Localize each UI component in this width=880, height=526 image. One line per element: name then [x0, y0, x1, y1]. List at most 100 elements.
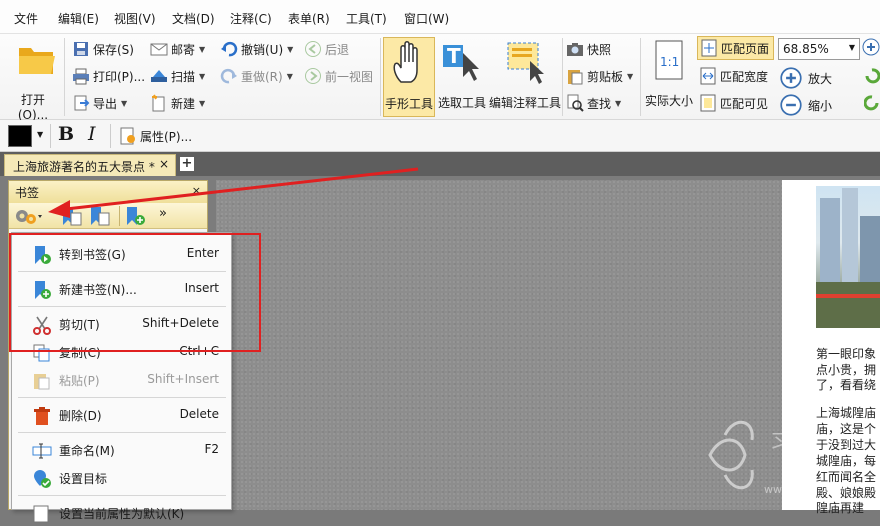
- menu-item-set-default[interactable]: 设置当前属性为默认(K): [12, 498, 231, 526]
- menu-bar: 文件 编辑(E) 视图(V) 文档(D) 注释(C) 表单(R) 工具(T) 窗…: [0, 0, 880, 34]
- tab-document[interactable]: 上海旅游著名的五大景点 * ×: [4, 154, 176, 176]
- hand-tool-label: 手形工具: [384, 97, 433, 111]
- zoom-in-button[interactable]: 放大: [780, 67, 832, 89]
- email-button[interactable]: 邮寄 ▼: [150, 40, 205, 58]
- dropdown-arrow-icon: ▼: [286, 71, 293, 81]
- export-label: 导出: [93, 96, 118, 111]
- dropdown-arrow-icon: ▼: [121, 98, 128, 108]
- menu-item-shortcut: Delete: [179, 407, 219, 421]
- redo-label: 重做(R): [241, 69, 283, 84]
- actual-size-label: 实际大小: [644, 94, 693, 108]
- save-icon: [74, 42, 88, 56]
- document-canvas[interactable]: [216, 180, 880, 510]
- rotate-counterclockwise-icon[interactable]: [863, 94, 880, 115]
- zoom-in-label: 放大: [808, 71, 833, 86]
- zoom-combobox[interactable]: 68.85% ▼: [778, 38, 860, 60]
- hand-tool-button[interactable]: 手形工具: [383, 37, 435, 117]
- chevron-down-icon[interactable]: ▼: [37, 130, 43, 139]
- clipboard-button[interactable]: 剪贴板 ▼: [566, 67, 633, 85]
- open-button[interactable]: 打开(O)...: [6, 40, 60, 122]
- zoom-out-label: 缩小: [808, 98, 833, 113]
- back-label: 后退: [325, 42, 350, 57]
- print-button[interactable]: 打印(P)...: [72, 67, 145, 85]
- menu-document[interactable]: 文档(D): [172, 10, 215, 27]
- bookmark-expand-icon[interactable]: [61, 205, 83, 227]
- page-text-line: 了，看看绕: [816, 378, 877, 392]
- bold-button[interactable]: B: [58, 123, 74, 145]
- menu-tools[interactable]: 工具(T): [346, 10, 387, 27]
- menu-item-rename[interactable]: 重命名(M) F2: [12, 435, 231, 463]
- add-tab-button[interactable]: +: [180, 157, 194, 171]
- snapshot-button[interactable]: 快照: [566, 40, 611, 58]
- menu-form[interactable]: 表单(R): [288, 10, 330, 27]
- menu-window[interactable]: 窗口(W): [404, 10, 449, 27]
- undo-icon: [221, 41, 238, 57]
- fit-visible-button[interactable]: 匹配可见: [699, 94, 768, 112]
- menu-file[interactable]: 文件: [14, 10, 38, 27]
- gear-icon[interactable]: [13, 206, 43, 226]
- fit-width-label: 匹配宽度: [720, 69, 769, 84]
- rotate-icon[interactable]: [864, 67, 880, 88]
- properties-icon: [120, 127, 135, 145]
- separator: [18, 495, 226, 496]
- italic-button[interactable]: I: [88, 123, 96, 145]
- page-text-line: 第一眼印象: [816, 347, 877, 361]
- menu-view[interactable]: 视图(V): [114, 10, 156, 27]
- fit-width-button[interactable]: 匹配宽度: [699, 67, 768, 85]
- redo-button[interactable]: 重做(R) ▼: [220, 67, 293, 85]
- menu-item-set-destination[interactable]: 设置目标: [12, 463, 231, 491]
- menu-comment[interactable]: 注释(C): [230, 10, 272, 27]
- find-button[interactable]: 查找 ▼: [566, 94, 621, 112]
- clipboard-icon: [568, 70, 583, 85]
- page-text-line: 于没到过大: [816, 438, 877, 452]
- new-bookmark-icon[interactable]: [125, 205, 147, 227]
- trash-icon: [34, 407, 50, 425]
- menu-item-paste[interactable]: 粘贴(P) Shift+Insert: [12, 365, 231, 393]
- menu-item-label: 粘贴(P): [59, 374, 100, 388]
- rotate-cw-icon[interactable]: [862, 38, 880, 59]
- actual-size-button[interactable]: 1:1 实际大小: [643, 37, 695, 117]
- separator: [110, 124, 111, 148]
- menu-item-shortcut: F2: [204, 442, 219, 456]
- zoom-out-icon: [780, 94, 802, 116]
- forward-arrow-icon: [305, 68, 321, 84]
- menu-item-delete[interactable]: 删除(D) Delete: [12, 400, 231, 428]
- fit-page-icon: [701, 39, 717, 57]
- chevron-down-icon: ▼: [848, 43, 855, 52]
- properties-label: 属性(P)...: [140, 129, 193, 144]
- folder-icon: [18, 48, 55, 74]
- tab-title: 上海旅游著名的五大景点 *: [13, 160, 155, 174]
- separator: [18, 432, 226, 433]
- printer-icon: [73, 68, 89, 85]
- bookmark-panel-title: 书签: [15, 186, 40, 200]
- save-button[interactable]: 保存(S): [72, 40, 134, 58]
- separator: [562, 38, 563, 116]
- bookmark-collapse-icon[interactable]: [89, 205, 111, 227]
- export-button[interactable]: 导出 ▼: [72, 94, 127, 112]
- back-button[interactable]: 后退: [304, 40, 349, 58]
- fit-page-button[interactable]: 匹配页面: [697, 36, 775, 60]
- properties-button[interactable]: 属性(P)...: [119, 127, 192, 145]
- close-icon[interactable]: ×: [192, 184, 201, 197]
- scanner-icon: [151, 70, 167, 82]
- undo-button[interactable]: 撤销(U) ▼: [220, 40, 293, 58]
- select-text-tool-button[interactable]: T 选取工具: [437, 37, 487, 117]
- close-icon[interactable]: ×: [159, 157, 169, 171]
- zoom-value: 68.85%: [783, 42, 829, 56]
- redo-icon: [220, 68, 237, 84]
- menu-edit[interactable]: 编辑(E): [58, 10, 99, 27]
- more-chevron-icon[interactable]: »: [159, 206, 167, 221]
- bookmark-panel-header: 书签 ×: [9, 181, 207, 203]
- zoom-out-button[interactable]: 缩小: [780, 94, 832, 116]
- new-button[interactable]: 新建 ▼: [150, 94, 205, 112]
- color-picker[interactable]: [8, 125, 32, 147]
- dropdown-arrow-icon: ▼: [627, 71, 634, 81]
- menu-item-label: 设置当前属性为默认(K): [59, 507, 185, 521]
- edit-annotation-tool-button[interactable]: 编辑注释工具: [489, 37, 561, 117]
- scan-button[interactable]: 扫描 ▼: [150, 67, 205, 85]
- previous-view-button[interactable]: 前一视图: [304, 67, 373, 85]
- page-text-line: 城隍庙，每: [816, 454, 877, 468]
- new-label: 新建: [171, 96, 196, 111]
- save-label: 保存(S): [93, 42, 134, 57]
- separator: [64, 38, 65, 116]
